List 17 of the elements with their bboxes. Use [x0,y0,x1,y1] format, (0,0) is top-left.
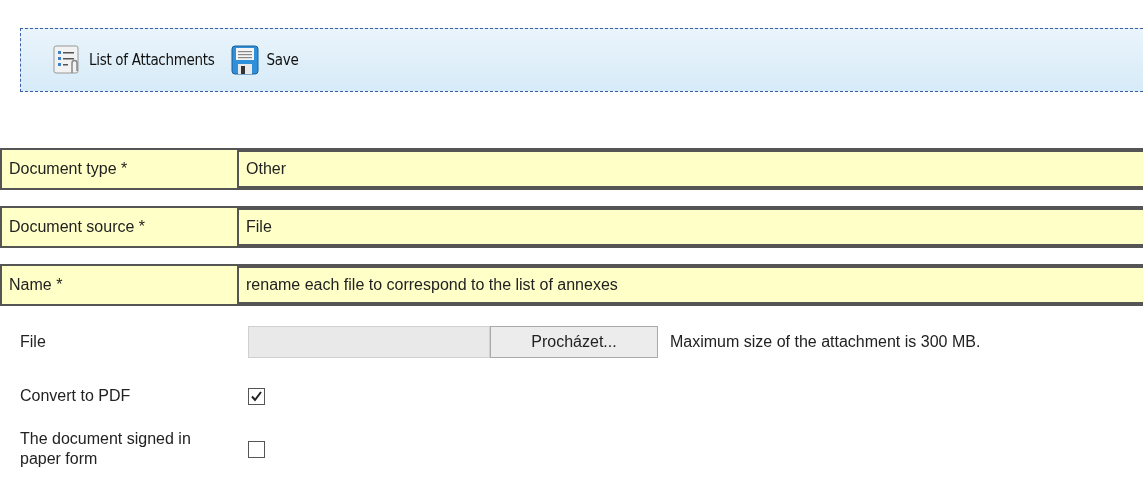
checkbox[interactable] [248,440,265,458]
field-label: The document signed in paper form [20,429,192,469]
field-label: File [20,332,47,352]
file-path-field[interactable] [248,326,490,358]
toolbar-button[interactable]: List of Attachments [53,45,215,75]
list-clip-icon [53,45,81,75]
size-hint: Maximum size of the attachment is 300 MB. [670,333,981,351]
field-label: Document source * [9,217,147,237]
input-field[interactable]: rename each file to correspond to the list of annexes [237,266,1143,304]
input-field[interactable]: Other [237,150,1143,188]
input-field[interactable]: File [237,208,1143,246]
field-label: Convert to PDF [20,386,132,406]
field-label: Document type * [9,159,129,179]
browse-button[interactable]: Procházet... [490,326,658,358]
checkbox[interactable] [248,387,265,405]
toolbar-button[interactable]: Save [230,45,299,75]
field-label: Name * [9,275,64,295]
